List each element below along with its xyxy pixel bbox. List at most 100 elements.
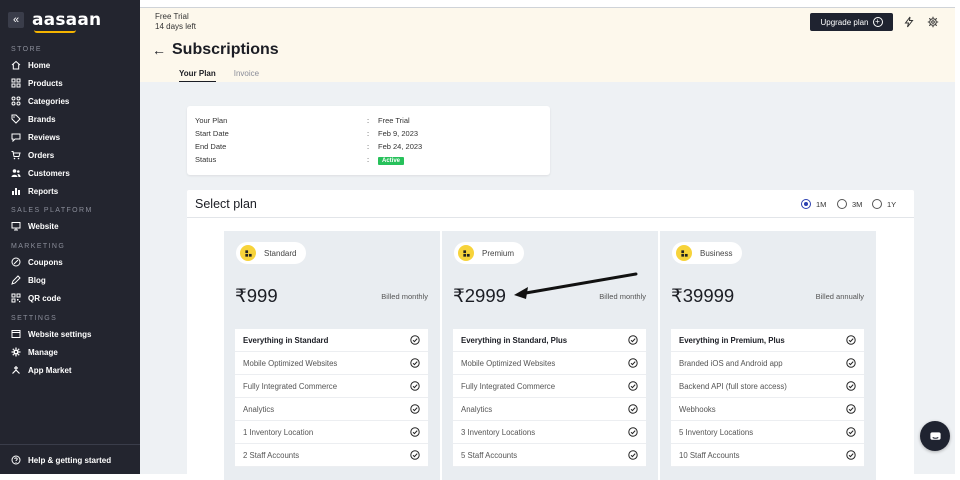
check-circle-icon [846, 427, 856, 437]
blog-icon [11, 275, 21, 285]
plan-name-pill: Premium [454, 242, 525, 264]
upgrade-plan-label: Upgrade plan [820, 17, 869, 27]
info-row: Status: Active [195, 153, 542, 166]
trial-days-left: 14 days left [155, 22, 196, 31]
info-row: End Date: Feb 24, 2023 [195, 140, 542, 153]
sidebar-item-orders[interactable]: Orders [0, 146, 140, 164]
users-icon [11, 168, 21, 178]
sidebar-item-manage[interactable]: Manage [0, 343, 140, 361]
sidebar-item-blog[interactable]: Blog [0, 271, 140, 289]
plan-billing: Billed monthly [381, 292, 428, 301]
feature-item: 2 Staff Accounts [235, 444, 428, 467]
sidebar-item-customers[interactable]: Customers [0, 164, 140, 182]
feature-item: Analytics [235, 398, 428, 421]
info-separator: : [367, 142, 370, 151]
sidebar-item-website[interactable]: Website [0, 217, 140, 235]
sidebar-item-label: Home [28, 60, 51, 70]
sidebar-item-brands[interactable]: Brands [0, 110, 140, 128]
current-plan-card: Your Plan: Free Trial Start Date: Feb 9, 2… [187, 106, 550, 175]
feature-label: 3 Inventory Locations [461, 427, 536, 437]
lightning-icon[interactable] [903, 16, 915, 28]
plan-name: Premium [482, 248, 515, 258]
tab-invoice[interactable]: Invoice [234, 69, 259, 83]
trial-info: Free Trial 14 days left [155, 12, 196, 32]
plan-price: ₹2999 [453, 285, 506, 306]
select-plan-title: Select plan [195, 196, 257, 211]
cart-icon [11, 150, 21, 160]
feature-list: Everything in Premium, Plus Branded iOS … [671, 329, 864, 467]
feature-label: Fully Integrated Commerce [461, 381, 556, 391]
home-icon [11, 60, 21, 70]
sidebar-item-reports[interactable]: Reports [0, 182, 140, 200]
upgrade-plan-button[interactable]: Upgrade plan + [810, 13, 893, 31]
plan-card-premium[interactable]: Premium ₹2999 Billed monthly Everything … [442, 231, 658, 480]
tabs: Your Plan Invoice [179, 69, 277, 83]
feature-label: 5 Inventory Locations [679, 427, 754, 437]
sidebar-item-products[interactable]: Products [0, 74, 140, 92]
tag-icon [11, 114, 21, 124]
info-key: Status [195, 155, 217, 164]
section-sales-platform: SALES PLATFORM [11, 207, 93, 214]
feature-label: Mobile Optimized Websites [461, 358, 556, 368]
plan-card-business[interactable]: Business ₹39999 Billed annually Everythi… [660, 231, 876, 480]
feature-label: 2 Staff Accounts [243, 450, 300, 460]
plan-icon [458, 245, 474, 261]
page-title: ← Subscriptions [152, 41, 279, 59]
topbar: Free Trial 14 days left ← Subscriptions … [140, 7, 955, 83]
status-value: Active [378, 153, 405, 166]
sidebar-item-home[interactable]: Home [0, 56, 140, 74]
help-icon [11, 455, 21, 465]
feature-item: 10 Staff Accounts [671, 444, 864, 467]
settings-gear-icon[interactable] [927, 16, 939, 28]
feature-label: Everything in Standard [243, 335, 329, 345]
categories-icon [11, 96, 21, 106]
feature-label: 10 Staff Accounts [679, 450, 740, 460]
sidebar-item-coupons[interactable]: Coupons [0, 253, 140, 271]
check-circle-icon [410, 404, 420, 414]
collapse-sidebar-button[interactable]: « [8, 12, 24, 28]
info-key: Start Date [195, 129, 229, 138]
sidebar-item-qr-code[interactable]: QR code [0, 289, 140, 307]
comment-icon [11, 132, 21, 142]
check-circle-icon [628, 381, 638, 391]
help-link[interactable]: Help & getting started [0, 451, 140, 469]
plan-billing: Billed annually [815, 292, 864, 301]
feature-item: Webhooks [671, 398, 864, 421]
check-circle-icon [628, 404, 638, 414]
sidebar-item-reviews[interactable]: Reviews [0, 128, 140, 146]
page-title-text: Subscriptions [172, 41, 279, 58]
feature-label: Everything in Premium, Plus [679, 335, 785, 345]
plan-name: Business [700, 248, 733, 258]
logo-text: aasaan [32, 10, 102, 30]
sidebar-item-label: Brands [28, 114, 56, 124]
sidebar-item-website-settings[interactable]: Website settings [0, 325, 140, 343]
section-marketing: MARKETING [11, 243, 66, 250]
feature-item: 3 Inventory Locations [453, 421, 646, 444]
period-option-3m[interactable]: 3M [837, 199, 862, 209]
feature-item: 5 Inventory Locations [671, 421, 864, 444]
feature-label: Everything in Standard, Plus [461, 335, 568, 345]
sidebar-item-label: Reports [28, 186, 59, 196]
plan-card-standard[interactable]: Standard ₹999 Billed monthly Everything … [224, 231, 440, 480]
check-circle-icon [846, 335, 856, 345]
info-key: End Date [195, 142, 227, 151]
logo[interactable]: aasaan [32, 10, 102, 33]
plan-icon [240, 245, 256, 261]
period-label: 1Y [887, 199, 897, 209]
sidebar-item-label: Coupons [28, 257, 63, 267]
period-option-1m[interactable]: 1M [801, 199, 826, 209]
info-separator: : [367, 129, 370, 138]
sidebar-item-categories[interactable]: Categories [0, 92, 140, 110]
check-circle-icon [410, 427, 420, 437]
feature-list: Everything in Standard, Plus Mobile Opti… [453, 329, 646, 467]
period-label: 1M [816, 199, 827, 209]
sidebar-item-app-market[interactable]: App Market [0, 361, 140, 379]
back-arrow-icon[interactable]: ← [152, 42, 166, 58]
tab-your-plan[interactable]: Your Plan [179, 69, 216, 83]
settings-icon [11, 329, 21, 339]
feature-item: Everything in Standard, Plus [453, 329, 646, 352]
chat-widget-button[interactable] [920, 421, 950, 451]
feature-label: Analytics [243, 404, 275, 414]
sidebar-item-label: Products [28, 78, 63, 88]
period-option-1y[interactable]: 1Y [872, 199, 896, 209]
